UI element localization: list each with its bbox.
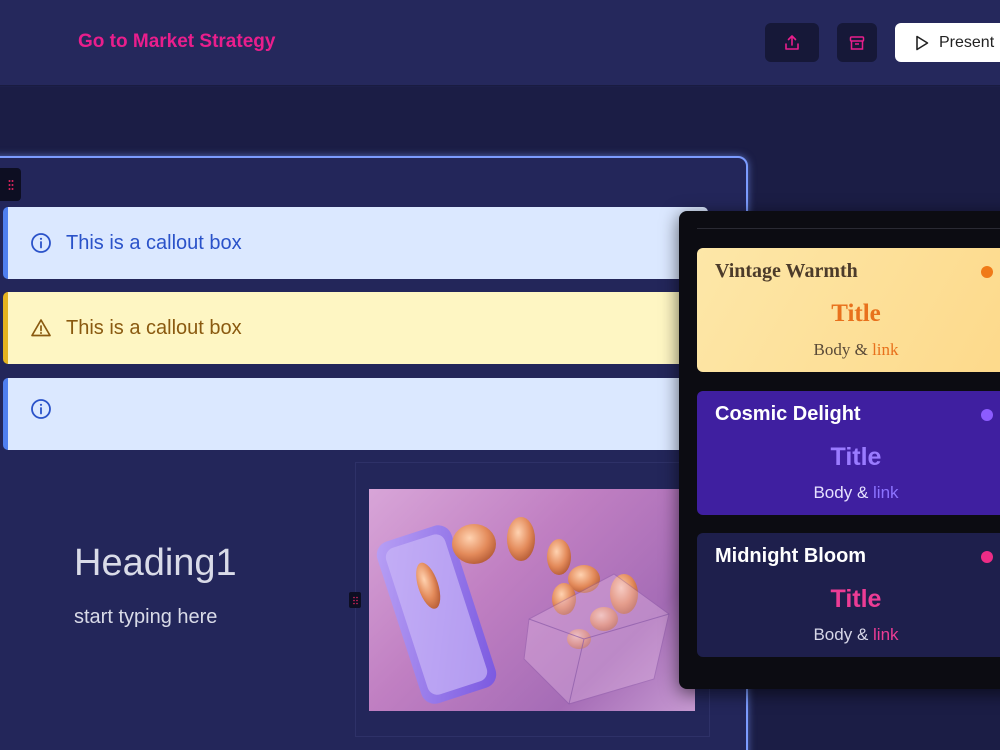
theme-title-preview: Title <box>830 585 882 613</box>
warning-icon <box>31 319 51 337</box>
theme-color-dot <box>981 551 993 563</box>
slide-heading[interactable]: Heading1 <box>74 542 237 585</box>
theme-body-text: Body <box>813 483 853 502</box>
coins-phone-image[interactable] <box>369 489 695 711</box>
info-icon <box>31 399 51 419</box>
share-button[interactable] <box>765 23 819 62</box>
drag-handle[interactable] <box>0 168 21 201</box>
image-drag-handle[interactable] <box>349 592 361 608</box>
theme-body-text: Body <box>813 340 851 359</box>
theme-body-preview: Body & link <box>697 483 1000 503</box>
theme-link-preview: link <box>872 340 899 359</box>
theme-link-preview: link <box>873 483 899 502</box>
theme-color-dot <box>981 409 993 421</box>
theme-body-preview: Body & link <box>697 340 1000 360</box>
theme-card-cosmic-delight[interactable]: Cosmic Delight Title Body & link <box>697 391 1000 515</box>
theme-link-preview: link <box>873 625 899 644</box>
top-header: Go to Market Strategy Present <box>0 0 1000 86</box>
theme-body-amp: & <box>856 483 869 502</box>
drag-grip-icon <box>8 179 13 190</box>
document-title[interactable]: Go to Market Strategy <box>78 31 275 53</box>
coins-illustration <box>376 517 670 705</box>
panel-divider <box>697 228 1000 229</box>
callout-info-empty[interactable] <box>3 378 708 450</box>
theme-body-preview: Body & link <box>697 625 1000 645</box>
drag-grip-icon <box>352 596 358 604</box>
theme-body-amp: & <box>856 625 869 644</box>
theme-card-midnight-bloom[interactable]: Midnight Bloom Title Body & link <box>697 533 1000 657</box>
theme-name: Midnight Bloom <box>715 545 867 567</box>
share-icon <box>785 34 799 50</box>
callout-info[interactable]: This is a callout box <box>3 207 708 279</box>
present-label: Present <box>939 33 995 51</box>
theme-name: Vintage Warmth <box>715 260 858 282</box>
archive-icon <box>849 35 865 50</box>
present-button[interactable]: Present <box>895 23 1000 62</box>
slide-subtext[interactable]: start typing here <box>74 606 217 629</box>
info-icon <box>31 233 51 253</box>
play-icon <box>916 35 929 50</box>
theme-body-amp: & <box>854 340 868 359</box>
theme-color-dot <box>981 266 993 278</box>
callout-text[interactable]: This is a callout box <box>66 317 242 340</box>
theme-title-preview: Title <box>831 300 881 327</box>
theme-name: Cosmic Delight <box>715 403 861 425</box>
theme-card-vintage-warmth[interactable]: Vintage Warmth Title Body & link <box>697 248 1000 372</box>
theme-title-preview: Title <box>830 443 882 471</box>
callout-warning[interactable]: This is a callout box <box>3 292 708 364</box>
callout-text[interactable]: This is a callout box <box>66 232 242 255</box>
theme-body-text: Body <box>813 625 853 644</box>
archive-button[interactable] <box>837 23 877 62</box>
